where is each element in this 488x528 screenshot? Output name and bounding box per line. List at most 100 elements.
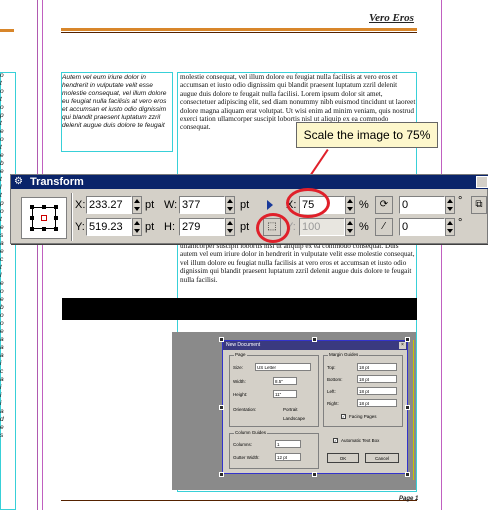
rotation-field[interactable]: 0 xyxy=(399,196,445,214)
left-page-text-line: o xyxy=(0,136,4,143)
scale-x-unit: % xyxy=(359,199,369,211)
left-page-text-line: o xyxy=(0,320,4,327)
left-page[interactable]: ototopteotebetltpotesaectleoebooeaaaicai… xyxy=(0,0,38,510)
left-page-text-line: t xyxy=(0,80,2,87)
constrain-button-highlight-ellipse xyxy=(256,213,290,243)
left-page-text-line: c xyxy=(0,256,4,263)
left-page-text-line: i xyxy=(0,392,2,399)
handle-middle-left[interactable] xyxy=(219,405,224,410)
ref-point-top-right[interactable] xyxy=(54,205,58,209)
left-page-text-line: e xyxy=(0,152,4,159)
left-page-text-line: l xyxy=(0,272,2,279)
x-label: X: xyxy=(75,199,86,211)
skew-unit: ° xyxy=(458,217,463,229)
folio: Page 1 xyxy=(399,496,419,502)
reference-point-proxy[interactable] xyxy=(21,197,67,239)
callout-box: Scale the image to 75% xyxy=(296,122,438,148)
left-page-text-line: o xyxy=(0,312,4,319)
skew-icon[interactable]: ⁄ xyxy=(375,218,393,236)
transform-palette[interactable]: ⚙ Transform X: 233.27 pt Y: 519.23 pt W:… xyxy=(10,174,488,244)
ref-point-middle-right[interactable] xyxy=(54,216,58,220)
width-spinner[interactable] xyxy=(225,196,235,214)
left-page-header-rule xyxy=(0,29,14,32)
left-page-text-line: b xyxy=(0,304,4,311)
handle-top-left[interactable] xyxy=(219,337,224,342)
ref-point-bottom-left[interactable] xyxy=(30,227,34,231)
left-page-text-line: o xyxy=(0,88,4,95)
left-page-text-line: a xyxy=(0,336,4,343)
y-position-field[interactable]: 519.23 xyxy=(86,218,132,236)
left-page-text-line: i xyxy=(0,400,2,407)
left-page-text-line: b xyxy=(0,160,4,167)
handle-bottom-right[interactable] xyxy=(405,472,410,477)
handle-top-center[interactable] xyxy=(312,337,317,342)
height-field[interactable]: 279 xyxy=(179,218,225,236)
ref-point-top-center[interactable] xyxy=(42,205,46,209)
skew-spinner[interactable] xyxy=(445,218,455,236)
play-icon xyxy=(267,200,273,210)
w-label: W: xyxy=(164,199,178,211)
left-page-text-line: o xyxy=(0,288,4,295)
left-page-text-line: t xyxy=(0,120,2,127)
pasteboard[interactable]: ototopteotebetltpotesaectleoebooeaaaicai… xyxy=(0,0,488,528)
left-page-text-line: p xyxy=(0,112,4,119)
header-orange-rule xyxy=(61,28,417,31)
left-page-text-column: ototopteotebetltpotesaectleoebooeaaaicai… xyxy=(0,72,12,492)
left-page-text-line: e xyxy=(0,328,4,335)
left-page-text-line: t xyxy=(0,264,2,271)
height-spinner[interactable] xyxy=(225,218,235,236)
scale-x-spinner[interactable] xyxy=(345,196,355,214)
w-unit: pt xyxy=(240,199,250,211)
ref-point-bottom-right[interactable] xyxy=(54,227,58,231)
scale-y-spinner[interactable] xyxy=(345,218,355,236)
scale-y-unit: % xyxy=(359,221,369,233)
running-head: Vero Eros xyxy=(369,12,414,24)
handle-bottom-center[interactable] xyxy=(312,472,317,477)
scale-y-field[interactable]: 100 xyxy=(299,218,345,236)
h-unit: pt xyxy=(240,221,250,233)
footer-rule xyxy=(61,500,417,501)
apply-transform-button[interactable] xyxy=(263,196,277,214)
palette-close-icon[interactable] xyxy=(476,176,488,188)
ref-point-middle-left[interactable] xyxy=(30,216,34,220)
serif-body-text-continued: ullamcorper suscipit lobortis nisl ut al… xyxy=(180,242,415,284)
x-spinner[interactable] xyxy=(132,196,142,214)
y-spinner[interactable] xyxy=(132,218,142,236)
ref-point-center[interactable] xyxy=(41,215,47,221)
handle-bottom-left[interactable] xyxy=(219,472,224,477)
left-page-text-line: e xyxy=(0,128,4,135)
palette-title: Transform xyxy=(30,176,84,188)
ref-point-bottom-center[interactable] xyxy=(42,227,46,231)
x-unit: pt xyxy=(145,199,155,211)
rotate-icon[interactable]: ⟳ xyxy=(375,196,393,214)
palette-title-bar[interactable]: ⚙ Transform xyxy=(11,175,488,189)
left-page-text-line: i xyxy=(0,384,2,391)
image-selection-frame[interactable] xyxy=(222,340,408,474)
skew-field[interactable]: 0 xyxy=(399,218,445,236)
header-dark-rule xyxy=(61,32,417,33)
yellow-guide-line xyxy=(413,340,414,480)
handle-middle-right[interactable] xyxy=(405,405,410,410)
italic-body-text: Autem vel eum iriure dolor in hendrerit … xyxy=(62,74,167,129)
palette-app-icon: ⚙ xyxy=(14,176,23,187)
black-rule-bar xyxy=(62,298,417,320)
h-label: H: xyxy=(164,221,175,233)
left-page-text-line: a xyxy=(0,408,4,415)
x-position-field[interactable]: 233.27 xyxy=(86,196,132,214)
handle-top-right[interactable] xyxy=(405,337,410,342)
left-page-text-line: o xyxy=(0,104,4,111)
y-unit: pt xyxy=(145,221,155,233)
left-page-text-line: t xyxy=(0,96,2,103)
ref-point-top-left[interactable] xyxy=(30,205,34,209)
left-page-text-line: i xyxy=(0,360,2,367)
left-page-text-line: a xyxy=(0,352,4,359)
width-field[interactable]: 377 xyxy=(179,196,225,214)
left-page-text-line: s xyxy=(0,432,4,439)
left-page-text-line: a xyxy=(0,344,4,351)
separator xyxy=(71,193,73,241)
rotation-spinner[interactable] xyxy=(445,196,455,214)
palette-menu-icon[interactable]: ⧉ xyxy=(471,196,487,214)
left-page-text-line: e xyxy=(0,424,4,431)
left-page-text-line: t xyxy=(0,144,2,151)
rotation-unit: ° xyxy=(458,195,463,207)
